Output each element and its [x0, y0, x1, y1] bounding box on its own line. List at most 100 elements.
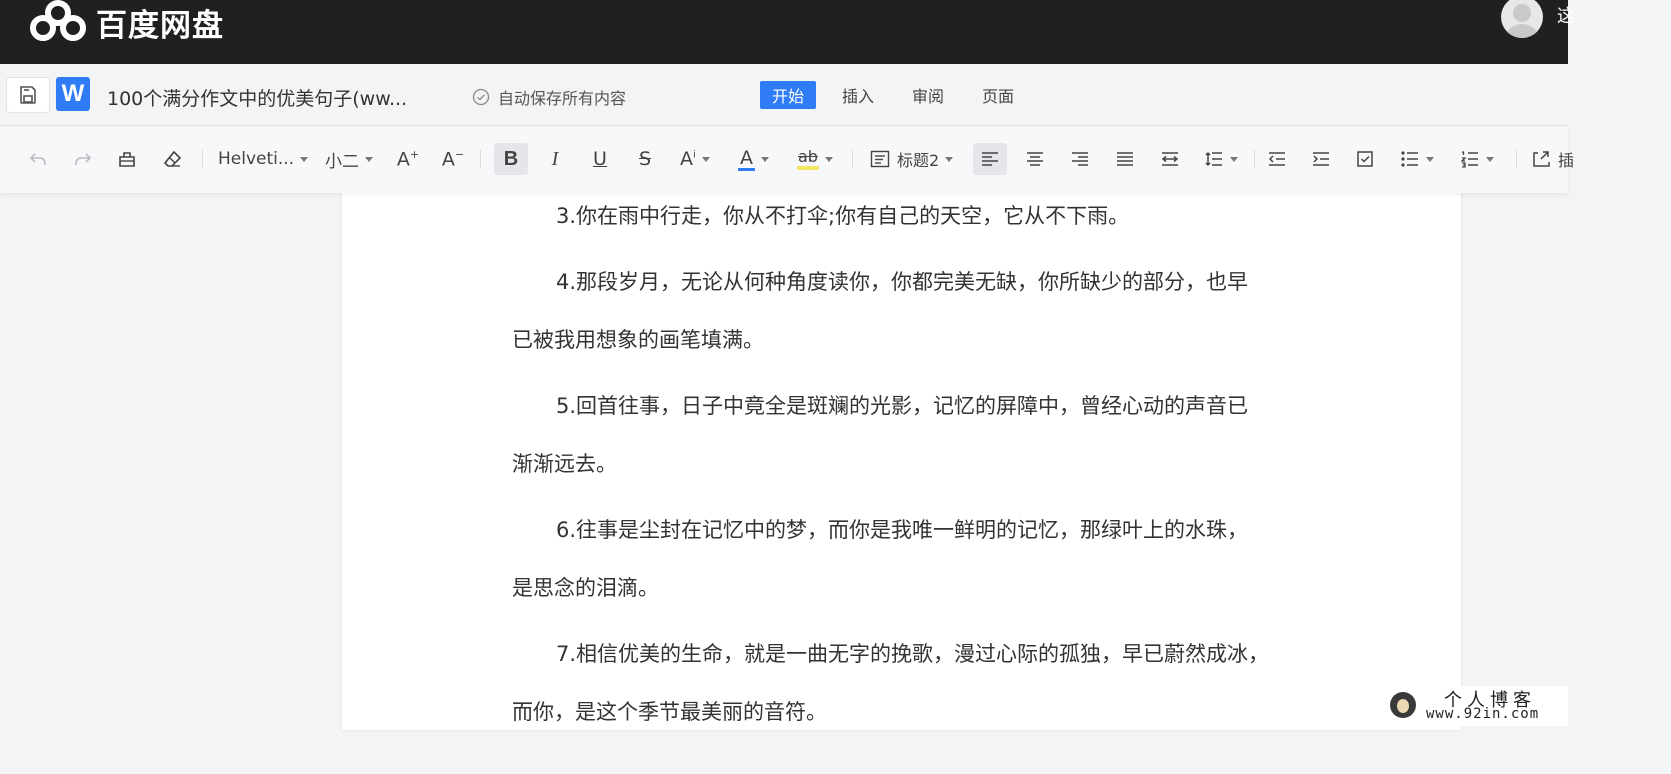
- paragraph-line: 3.你在雨中行走，你从不打伞;你有自己的天空，它从不下雨。: [556, 204, 1130, 228]
- save-icon: [20, 86, 36, 104]
- chevron-down-icon: [300, 156, 309, 162]
- username[interactable]: 这: [1557, 2, 1575, 28]
- paragraph-line: 而你，是这个季节最美丽的音符。: [512, 700, 827, 724]
- check-circle-icon: [472, 88, 490, 106]
- paragraph-5[interactable]: 5.回首往事，日子中竟全是斑斓的光影，记忆的屏障中，曾经心动的声音已 渐渐远去。: [512, 377, 1312, 493]
- numbered-list-select[interactable]: [1460, 143, 1494, 175]
- outdent-icon: [1268, 152, 1285, 166]
- paragraph-6[interactable]: 6.往事是尘封在记忆中的梦，而你是我唯一鲜明的记忆，那绿叶上的水珠， 是思念的泪…: [512, 501, 1312, 617]
- underline-button[interactable]: U: [587, 143, 613, 175]
- top-bar: 百度网盘 这: [0, 0, 1575, 64]
- paragraph-line: 7.相信优美的生命，就是一曲无字的挽歌，漫过心际的孤独，早已蔚然成冰，: [556, 642, 1270, 666]
- paragraph-line: 6.往事是尘封在记忆中的梦，而你是我唯一鲜明的记忆，那绿叶上的水珠，: [556, 518, 1249, 542]
- heading-style-select[interactable]: 标题2: [870, 143, 954, 175]
- document-page[interactable]: 3.你在雨中行走，你从不打伞;你有自己的天空，它从不下雨。 4.那段岁月，无论从…: [342, 190, 1461, 730]
- line-spacing-select[interactable]: [1204, 143, 1238, 175]
- paragraph-line: 4.那段岁月，无论从何种角度读你，你都完美无缺，你所缺少的部分，也早: [556, 270, 1249, 294]
- indent-button[interactable]: [1308, 143, 1334, 175]
- superscript-button[interactable]: Ai: [680, 143, 710, 175]
- indent-icon: [1313, 152, 1329, 166]
- chevron-down-icon: [824, 156, 833, 162]
- font-size-value: 小二: [325, 151, 359, 172]
- paragraph-line: 是思念的泪滴。: [512, 576, 659, 600]
- bold-icon: B: [503, 147, 519, 170]
- autosave-status: 自动保存所有内容: [472, 85, 626, 109]
- chevron-down-icon: [1486, 156, 1494, 162]
- paragraph-3[interactable]: 3.你在雨中行走，你从不打伞;你有自己的天空，它从不下雨。: [512, 187, 1312, 245]
- redo-button[interactable]: [71, 143, 95, 175]
- chevron-down-icon: [945, 156, 954, 162]
- increase-font-button[interactable]: A+: [396, 143, 420, 175]
- strikethrough-icon: S: [638, 148, 652, 170]
- decrease-font-button[interactable]: A−: [441, 143, 465, 175]
- font-color-button[interactable]: A: [738, 143, 769, 175]
- font-family-value: Helveti...: [218, 149, 295, 169]
- justify-button[interactable]: [1112, 143, 1138, 175]
- chevron-down-icon: [761, 156, 769, 162]
- font-family-select[interactable]: Helveti...: [218, 143, 309, 175]
- strikethrough-button[interactable]: S: [632, 143, 658, 175]
- menu-tabs: 开始 插入 审阅 页面: [760, 81, 1040, 109]
- format-painter-button[interactable]: [114, 143, 140, 175]
- align-center-icon: [1027, 152, 1043, 166]
- tab-page[interactable]: 页面: [970, 81, 1026, 109]
- checklist-icon: [1357, 151, 1373, 167]
- app-name: 百度网盘: [96, 7, 224, 44]
- insert-label: 插: [1558, 151, 1575, 170]
- style-icon: [870, 150, 890, 168]
- superscript-icon: Ai: [680, 148, 696, 170]
- format-painter-icon: [119, 152, 135, 167]
- watermark-url: www.92in.com: [1426, 706, 1540, 722]
- paragraph-4[interactable]: 4.那段岁月，无论从何种角度读你，你都完美无缺，你所缺少的部分，也早 已被我用想…: [512, 253, 1312, 369]
- eraser-icon: [163, 150, 182, 167]
- checklist-button[interactable]: [1353, 143, 1379, 175]
- distribute-icon: [1161, 152, 1179, 166]
- align-right-button[interactable]: [1067, 143, 1093, 175]
- undo-icon: [29, 153, 46, 165]
- save-button[interactable]: [6, 77, 50, 113]
- align-center-button[interactable]: [1022, 143, 1048, 175]
- paragraph-line: 已被我用想象的画笔填满。: [512, 328, 764, 352]
- chevron-down-icon: [1230, 156, 1238, 162]
- tab-insert[interactable]: 插入: [830, 81, 886, 109]
- bullet-list-select[interactable]: [1400, 143, 1434, 175]
- align-left-button[interactable]: [973, 143, 1007, 175]
- align-right-icon: [1072, 152, 1088, 166]
- bold-button[interactable]: B: [494, 143, 528, 175]
- insert-icon: [1533, 151, 1550, 167]
- font-size-select[interactable]: 小二: [325, 143, 373, 175]
- italic-icon: I: [551, 147, 559, 170]
- insert-button[interactable]: 插: [1532, 143, 1574, 175]
- toolbar-divider: [202, 150, 203, 168]
- bullet-list-icon: [1401, 151, 1418, 167]
- tab-start[interactable]: 开始: [760, 81, 817, 109]
- justify-icon: [1117, 152, 1133, 166]
- highlight-button[interactable]: ab: [797, 143, 833, 175]
- document-title[interactable]: 100个满分作文中的优美句子(ww...: [107, 84, 407, 111]
- watermark-avatar-icon: [1390, 692, 1416, 718]
- line-spacing-icon: [1205, 151, 1222, 167]
- baidu-netdisk-logo[interactable]: 百度网盘: [28, 0, 224, 44]
- italic-button[interactable]: I: [542, 143, 568, 175]
- document-title-bar: W 100个满分作文中的优美句子(ww... 自动保存所有内容 开始 插入 审阅…: [0, 64, 1568, 126]
- chevron-down-icon: [1426, 156, 1434, 162]
- paragraph-7[interactable]: 7.相信优美的生命，就是一曲无字的挽歌，漫过心际的孤独，早已蔚然成冰， 而你，是…: [512, 625, 1312, 741]
- chevron-down-icon: [365, 156, 373, 162]
- toolbar-divider: [1254, 150, 1255, 168]
- word-doc-icon: W: [56, 77, 90, 111]
- font-color-icon: A: [738, 146, 755, 171]
- avatar[interactable]: [1501, 0, 1543, 38]
- watermark: 个人博客 www.92in.com: [1386, 686, 1568, 726]
- distribute-button[interactable]: [1157, 143, 1183, 175]
- underline-icon: U: [593, 148, 607, 170]
- clear-format-button[interactable]: [160, 143, 186, 175]
- chevron-down-icon: [701, 156, 710, 162]
- paragraph-line: 渐渐远去。: [512, 452, 617, 476]
- heading-style-value: 标题2: [897, 151, 940, 170]
- decrease-font-icon: A−: [441, 147, 465, 171]
- tab-review[interactable]: 审阅: [900, 81, 956, 109]
- outdent-button[interactable]: [1264, 143, 1290, 175]
- undo-button[interactable]: [26, 143, 50, 175]
- paragraph-line: 5.回首往事，日子中竟全是斑斓的光影，记忆的屏障中，曾经心动的声音已: [556, 394, 1249, 418]
- toolbar-divider: [1516, 150, 1517, 168]
